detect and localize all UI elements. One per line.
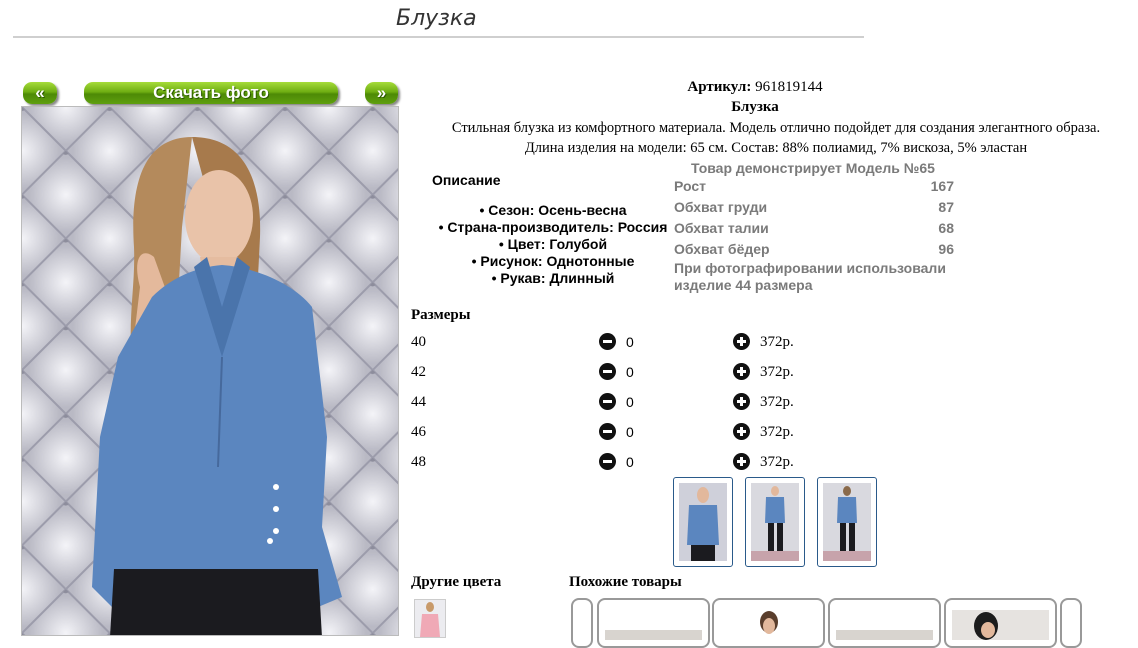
model-note-line-1: При фотографировании использовали bbox=[674, 260, 946, 276]
model-row: Рост 167 bbox=[674, 176, 954, 197]
model-row: Обхват бёдер 96 bbox=[674, 239, 954, 260]
carousel-next-arrow[interactable] bbox=[1060, 598, 1082, 648]
quantity-value: 0 bbox=[626, 454, 634, 470]
attribute-season: • Сезон: Осень-весна bbox=[479, 202, 627, 218]
model-measurements: Товар демонстрирует Модель №65 Рост 167 О… bbox=[674, 160, 954, 294]
size-price: 372р. bbox=[760, 454, 794, 470]
size-price: 372р. bbox=[760, 334, 794, 350]
attribute-country: • Страна-производитель: Россия bbox=[438, 219, 668, 235]
similar-products-heading: Похожие товары bbox=[569, 574, 682, 590]
model-row-label: Обхват талии bbox=[674, 220, 769, 236]
download-photo-button[interactable]: Скачать фото bbox=[84, 82, 338, 104]
attribute-color: • Цвет: Голубой bbox=[498, 236, 608, 252]
photo-thumbnail[interactable] bbox=[745, 477, 805, 567]
thumbnail-image bbox=[679, 483, 727, 561]
plus-icon[interactable] bbox=[733, 393, 750, 410]
sizes-heading: Размеры bbox=[411, 307, 471, 323]
title-divider bbox=[13, 36, 864, 38]
model-row-value: 167 bbox=[930, 178, 954, 194]
similar-product-card[interactable] bbox=[712, 598, 825, 648]
size-label: 42 bbox=[411, 364, 426, 380]
similar-product-card[interactable] bbox=[597, 598, 710, 648]
model-row: Обхват груди 87 bbox=[674, 197, 954, 218]
model-row-value: 87 bbox=[938, 199, 954, 215]
similar-product-image bbox=[720, 604, 817, 640]
size-price: 372р. bbox=[760, 394, 794, 410]
attribute-list: • Сезон: Осень-весна • Страна-производит… bbox=[428, 202, 678, 287]
model-row-value: 68 bbox=[938, 220, 954, 236]
similar-product-card[interactable] bbox=[944, 598, 1057, 648]
plus-icon[interactable] bbox=[733, 453, 750, 470]
description-heading: Описание bbox=[432, 172, 501, 188]
minus-icon[interactable] bbox=[599, 393, 616, 410]
model-title: Товар демонстрирует Модель №65 bbox=[691, 160, 935, 176]
minus-icon[interactable] bbox=[599, 333, 616, 350]
size-label: 46 bbox=[411, 424, 426, 440]
size-row: 42 0 372р. bbox=[411, 360, 811, 384]
thumbnail-image bbox=[751, 483, 799, 561]
minus-icon[interactable] bbox=[599, 453, 616, 470]
minus-icon[interactable] bbox=[599, 423, 616, 440]
minus-icon[interactable] bbox=[599, 363, 616, 380]
quantity-value: 0 bbox=[626, 334, 634, 350]
model-row-label: Обхват бёдер bbox=[674, 241, 770, 257]
quantity-value: 0 bbox=[626, 424, 634, 440]
plus-icon[interactable] bbox=[733, 333, 750, 350]
other-colors-heading: Другие цвета bbox=[411, 574, 502, 590]
product-name: Блузка bbox=[731, 99, 779, 115]
size-label: 44 bbox=[411, 394, 426, 410]
attribute-pattern: • Рисунок: Однотонные bbox=[471, 253, 635, 269]
product-main-photo[interactable] bbox=[21, 106, 399, 636]
similar-product-image bbox=[605, 630, 702, 640]
sku-line: Артикул: 961819144 bbox=[600, 79, 910, 96]
size-price: 372р. bbox=[760, 424, 794, 440]
sku-value: 961819144 bbox=[755, 79, 823, 95]
carousel-prev-arrow[interactable] bbox=[571, 598, 593, 648]
size-label: 48 bbox=[411, 454, 426, 470]
next-photo-button[interactable]: » bbox=[365, 82, 398, 104]
quantity-value: 0 bbox=[626, 364, 634, 380]
model-row: Обхват талии 68 bbox=[674, 218, 954, 239]
photo-thumbnail[interactable] bbox=[673, 477, 733, 567]
similar-product-image bbox=[836, 630, 933, 640]
model-note-line-2: изделие 44 размера bbox=[674, 277, 813, 293]
color-variant-thumbnail[interactable] bbox=[414, 599, 446, 638]
color-variant-image bbox=[415, 600, 445, 637]
model-row-label: Обхват груди bbox=[674, 199, 768, 215]
plus-icon[interactable] bbox=[733, 363, 750, 380]
model-row-value: 96 bbox=[938, 241, 954, 257]
model-photo-illustration bbox=[22, 107, 398, 635]
attribute-sleeve: • Рукав: Длинный bbox=[491, 270, 615, 286]
photo-thumbnail[interactable] bbox=[817, 477, 877, 567]
thumbnail-image bbox=[823, 483, 871, 561]
similar-product-card[interactable] bbox=[828, 598, 941, 648]
product-description-line-1: Стильная блузка из комфортного материала… bbox=[451, 120, 1101, 136]
page-title: Блузка bbox=[396, 6, 477, 31]
size-row: 46 0 372р. bbox=[411, 420, 811, 444]
plus-icon[interactable] bbox=[733, 423, 750, 440]
size-label: 40 bbox=[411, 334, 426, 350]
size-price: 372р. bbox=[760, 364, 794, 380]
size-row: 48 0 372р. bbox=[411, 450, 811, 474]
size-row: 40 0 372р. bbox=[411, 330, 811, 354]
sku-label: Артикул: bbox=[687, 79, 752, 95]
size-row: 44 0 372р. bbox=[411, 390, 811, 414]
quantity-value: 0 bbox=[626, 394, 634, 410]
similar-product-image bbox=[952, 610, 1049, 640]
model-row-label: Рост bbox=[674, 178, 706, 194]
product-description-line-2: Длина изделия на модели: 65 см. Состав: … bbox=[524, 140, 1028, 156]
prev-photo-button[interactable]: « bbox=[23, 82, 57, 104]
